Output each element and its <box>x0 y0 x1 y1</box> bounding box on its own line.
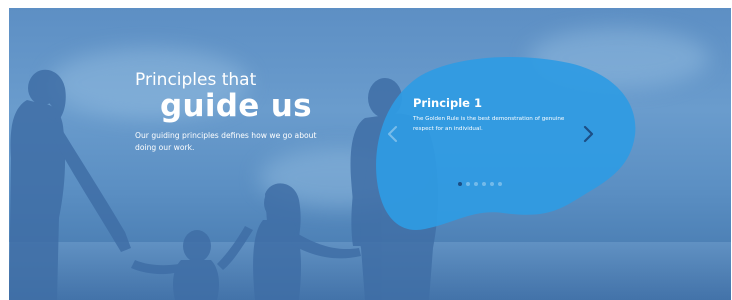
carousel-next-button[interactable] <box>581 125 595 143</box>
carousel-pagination <box>458 182 502 186</box>
chevron-left-icon <box>388 126 397 142</box>
hero-description: Our guiding principles defines how we go… <box>135 131 317 152</box>
carousel-dot-4[interactable] <box>482 182 486 186</box>
slide-title: Principle 1 <box>413 96 482 110</box>
hero-heading-line-1: Principles that <box>135 70 257 90</box>
carousel-dot-3[interactable] <box>474 182 478 186</box>
slide-description: The Golden Rule is the best demonstratio… <box>413 116 565 132</box>
hero-heading-line-2: guide us <box>160 88 312 124</box>
carousel-dot-6[interactable] <box>498 182 502 186</box>
carousel-dot-2[interactable] <box>466 182 470 186</box>
hero-banner: Principles that guide us Our guiding pri… <box>9 8 731 300</box>
carousel-prev-button[interactable] <box>386 125 400 143</box>
carousel-dot-1[interactable] <box>458 182 462 186</box>
carousel-dot-5[interactable] <box>490 182 494 186</box>
principle-bubble <box>376 57 636 230</box>
chevron-right-icon <box>583 125 594 143</box>
